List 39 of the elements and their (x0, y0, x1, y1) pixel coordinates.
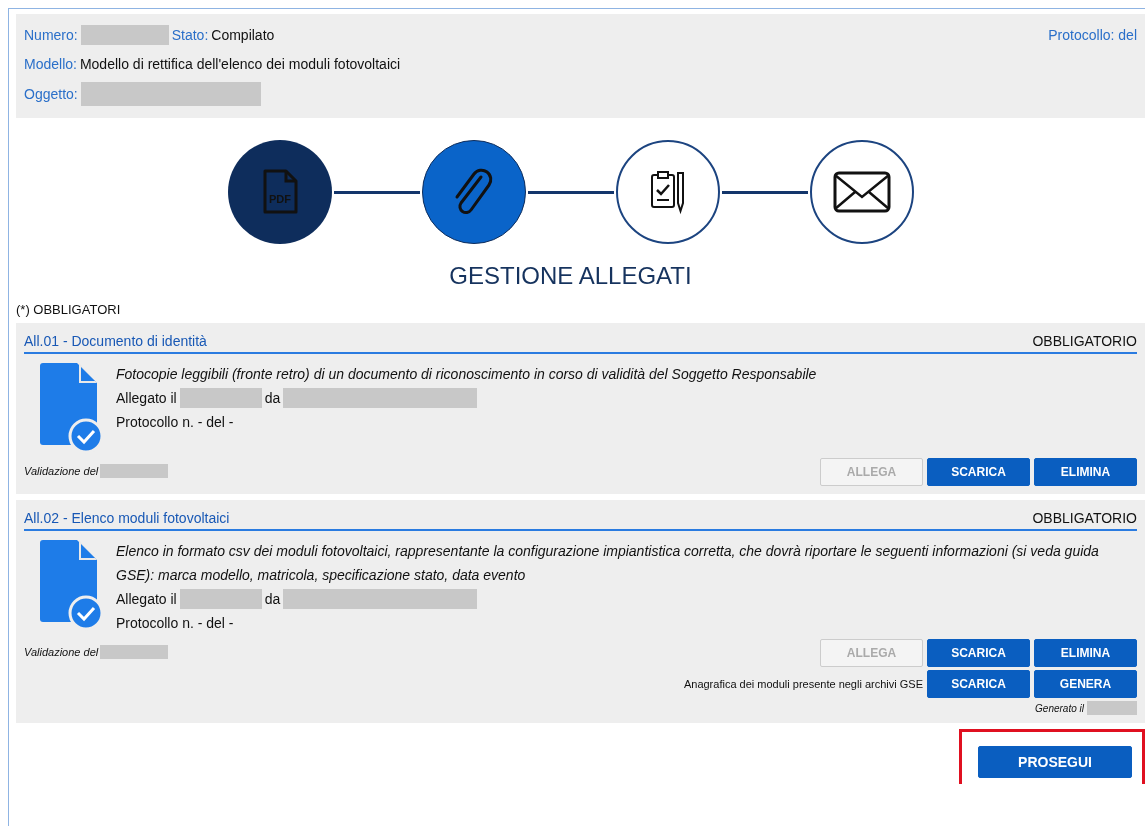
attached-label: Allegato il (116, 389, 177, 408)
envelope-icon (832, 171, 891, 213)
redaction-bar (100, 464, 169, 478)
action-button[interactable]: GENERA (1034, 670, 1137, 698)
action-button[interactable]: SCARICA (927, 670, 1030, 698)
attachment-description: Fotocopie leggibili (fronte retro) di un documento di riconoscimento in corso di validità del Soggetto Responsabile (116, 365, 817, 384)
field-label: Oggetto: (24, 86, 78, 102)
clipboard-check-icon (649, 169, 686, 215)
document-check-icon (38, 539, 104, 631)
by-label: da (264, 389, 281, 408)
validation-text: Validazione del (24, 646, 99, 658)
redaction-bar (1087, 701, 1137, 715)
validation-text: Validazione del (24, 465, 99, 477)
generated-text: Generato il (1035, 702, 1084, 714)
field-value: Compilato (211, 27, 275, 43)
continue-button[interactable]: PROSEGUI (978, 746, 1132, 778)
attachment-title: All.02 - Elenco moduli fotovoltaici (24, 510, 230, 526)
attached-label: Allegato il (116, 590, 177, 609)
registry-text: Anagrafica dei moduli presente negli archivi GSE (683, 678, 923, 690)
attachment-title: All.01 - Documento di identità (24, 333, 207, 349)
action-button[interactable]: SCARICA (927, 458, 1030, 486)
document-check-icon (38, 362, 104, 454)
redaction-bar (100, 645, 169, 659)
required-label: OBBLIGATORIO (1032, 510, 1137, 526)
protocol-text: Protocollo n. - del - (116, 413, 235, 432)
field-label: Modello: (24, 56, 77, 72)
action-button[interactable]: ELIMINA (1034, 639, 1137, 667)
pdf-file-icon: PDF (261, 169, 298, 215)
legend-text: (*) OBBLIGATORI (16, 302, 122, 317)
protocol-text: Protocollo n. - del - (116, 614, 235, 633)
field-label: Protocollo: del (1048, 27, 1137, 43)
by-label: da (264, 590, 281, 609)
action-button[interactable]: ELIMINA (1034, 458, 1137, 486)
field-label: Stato: (171, 27, 209, 43)
action-button[interactable]: SCARICA (927, 639, 1030, 667)
section-title: GESTIONE ALLEGATI (448, 262, 693, 290)
required-label: OBBLIGATORIO (1032, 333, 1137, 349)
field-label: Numero: (24, 27, 78, 43)
field-value: Modello di rettifica dell'elenco dei moduli fotovoltaici (79, 56, 401, 72)
